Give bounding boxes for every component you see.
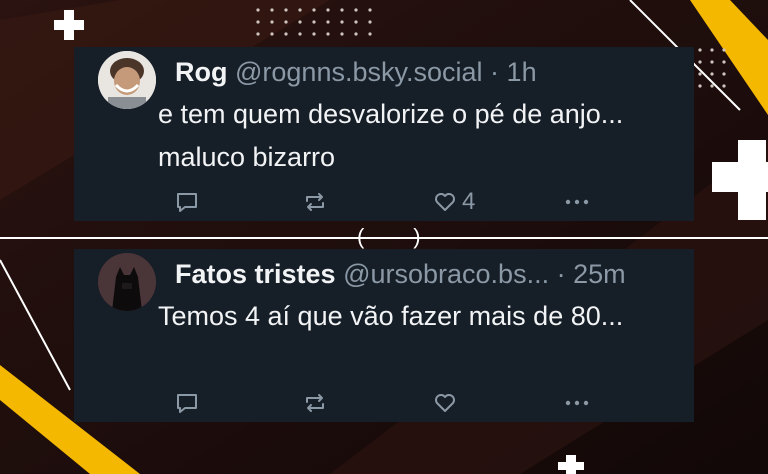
repost-arrows-icon — [306, 193, 324, 211]
reply-button[interactable] — [174, 388, 200, 418]
post-timestamp[interactable]: 25m — [573, 259, 626, 289]
post-card[interactable]: Rog @rognns.bsky.social · 1h e tem quem … — [74, 47, 694, 221]
like-button[interactable]: 4 — [432, 187, 475, 217]
avatar[interactable] — [98, 51, 156, 109]
post-header: Fatos tristes @ursobraco.bs... · 25m — [175, 257, 684, 291]
heart-icon — [435, 394, 455, 412]
like-button[interactable] — [432, 388, 458, 418]
post-actions: 4 — [174, 187, 674, 217]
post-text: e tem quem desvalorize o pé de anjo... m… — [158, 99, 624, 172]
author-name[interactable]: Rog — [175, 57, 227, 87]
divider-marks: ( ) — [357, 224, 421, 249]
ellipsis-icon — [565, 400, 589, 406]
more-options-button[interactable] — [562, 187, 592, 217]
repost-button[interactable] — [302, 388, 328, 418]
comment-bubble-icon — [177, 394, 197, 413]
more-options-button[interactable] — [562, 388, 592, 418]
author-name[interactable]: Fatos tristes — [175, 259, 336, 289]
header-separator: · — [490, 57, 500, 87]
ellipsis-icon — [565, 199, 589, 205]
post-card[interactable]: Fatos tristes @ursobraco.bs... · 25m Tem… — [74, 249, 694, 422]
header-separator: · — [556, 259, 566, 289]
heart-icon — [435, 193, 455, 211]
avatar[interactable] — [98, 253, 156, 311]
post-text: Temos 4 aí que vão fazer mais de 80... — [158, 301, 624, 331]
post-actions — [174, 388, 674, 418]
post-header: Rog @rognns.bsky.social · 1h — [175, 55, 684, 89]
repost-arrows-icon — [306, 394, 324, 412]
author-handle[interactable]: @ursobraco.bs... — [343, 259, 549, 289]
repost-button[interactable] — [302, 187, 328, 217]
like-count: 4 — [462, 188, 476, 215]
reply-button[interactable] — [174, 187, 200, 217]
post-timestamp[interactable]: 1h — [507, 57, 537, 87]
comment-bubble-icon — [177, 193, 197, 212]
author-handle[interactable]: @rognns.bsky.social — [235, 57, 483, 87]
